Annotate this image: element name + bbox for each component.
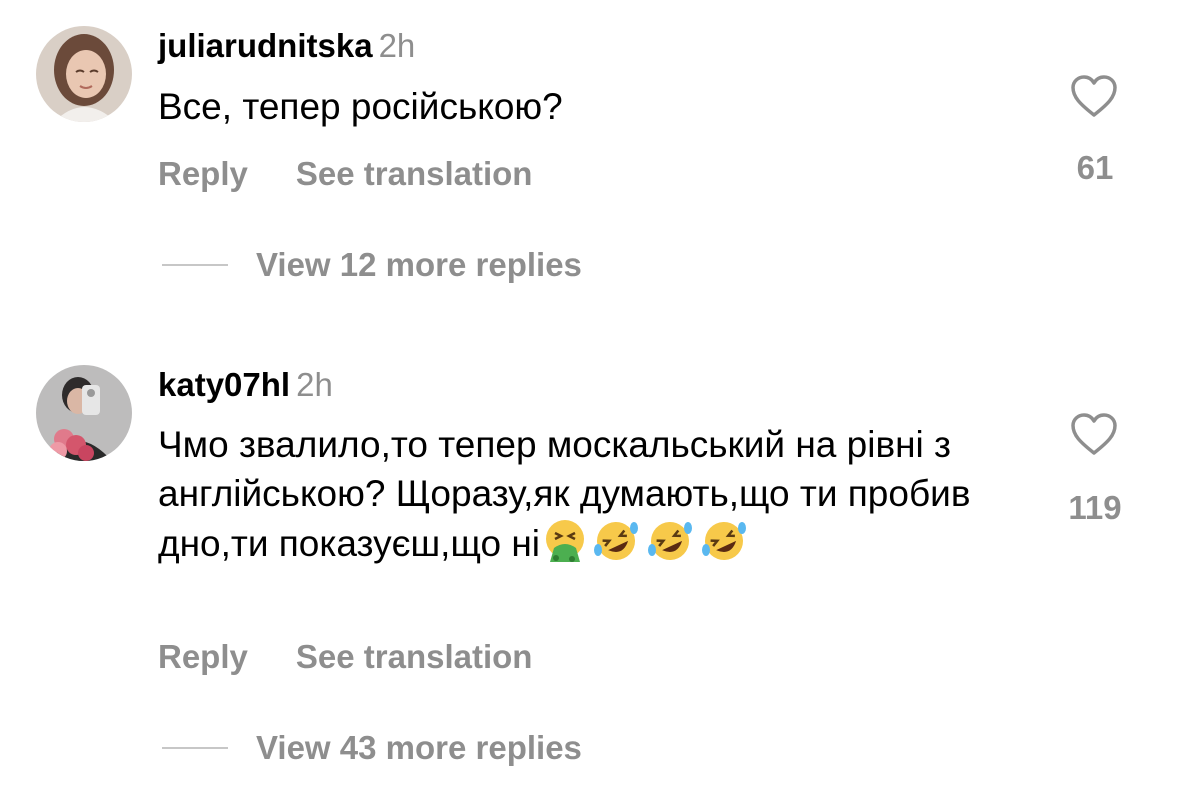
view-replies-label[interactable]: View 43 more replies [256, 729, 582, 766]
reply-button[interactable]: Reply [158, 155, 248, 192]
rolling-on-floor-laughing-icon [593, 522, 638, 560]
timestamp: 2h [378, 27, 416, 64]
view-replies-label[interactable]: View 12 more replies [256, 246, 582, 283]
see-translation-button[interactable]: See translation [296, 638, 533, 675]
replies-divider [162, 747, 228, 749]
see-translation-button[interactable]: See translation [296, 155, 533, 192]
comment-2: katy07hl 2h Чмо звалило,то тепер москальс… [0, 340, 1179, 800]
emoji-group [540, 518, 750, 576]
replies-divider [162, 264, 228, 266]
username-line: katy07hl 2h [158, 365, 333, 405]
like-heart-icon[interactable] [1070, 412, 1118, 456]
comment-text: Чмо звалило,то тепер москальський на рів… [158, 420, 1018, 576]
rolling-on-floor-laughing-icon [701, 522, 746, 560]
timestamp: 2h [296, 366, 333, 403]
avatar-image [36, 365, 132, 461]
comment-text: Все, тепер російською? [158, 86, 563, 127]
username[interactable]: katy07hl [158, 366, 290, 403]
comment-actions: Reply See translation [158, 637, 532, 677]
view-more-replies[interactable]: View 43 more replies [162, 729, 582, 767]
avatar-image [36, 26, 132, 122]
view-more-replies[interactable]: View 12 more replies [162, 246, 582, 284]
like-heart-icon[interactable] [1070, 74, 1118, 118]
avatar[interactable] [36, 365, 132, 461]
reply-button[interactable]: Reply [158, 638, 248, 675]
vomiting-face-icon [545, 520, 584, 562]
username[interactable]: juliarudnitska [158, 27, 373, 64]
rolling-on-floor-laughing-icon [647, 522, 692, 560]
username-line: juliarudnitska 2h [158, 26, 415, 66]
comment-actions: Reply See translation [158, 154, 532, 194]
like-count: 119 [1068, 489, 1122, 526]
like-count: 61 [1076, 149, 1114, 186]
comment-1: juliarudnitska 2h Все, тепер російською? … [0, 0, 1179, 330]
avatar[interactable] [36, 26, 132, 122]
